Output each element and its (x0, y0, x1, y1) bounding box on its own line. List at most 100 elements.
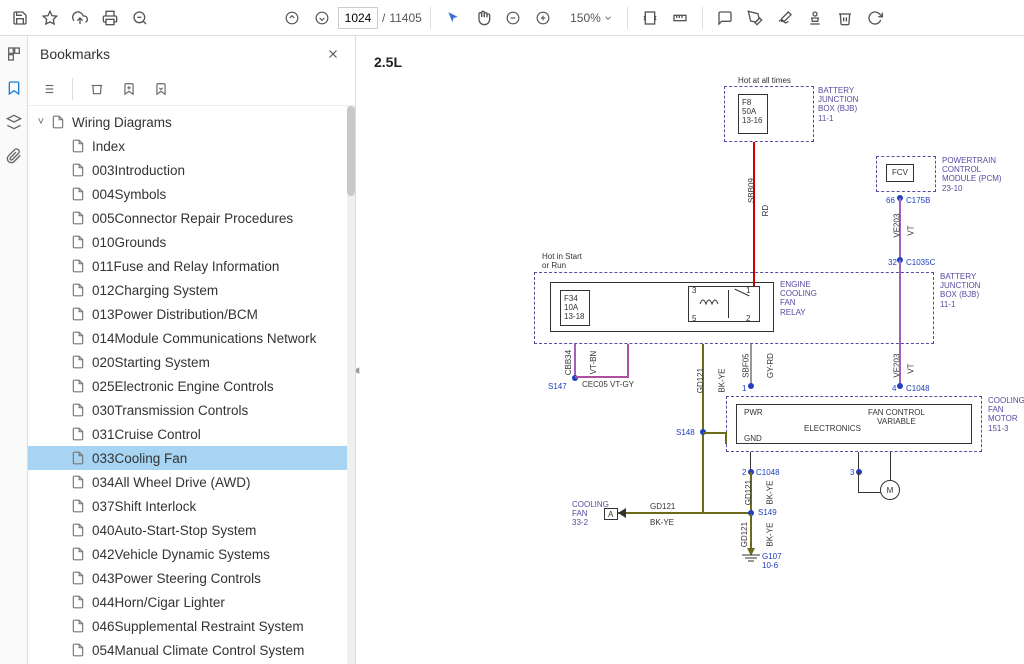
bookmark-item[interactable]: 031Cruise Control (28, 422, 355, 446)
chevron-down-icon[interactable]: ˅ (34, 116, 48, 128)
bookmark-item[interactable]: 014Module Communications Network (28, 326, 355, 350)
save-icon[interactable] (6, 4, 34, 32)
bookmark-item[interactable]: 012Charging System (28, 278, 355, 302)
left-rail (0, 36, 28, 664)
relay-pin2: 2 (746, 314, 750, 323)
fit-width-icon[interactable] (636, 4, 664, 32)
page-icon (70, 162, 86, 178)
pointer-icon[interactable] (439, 4, 467, 32)
f34-label: F34 10A 13-18 (564, 294, 584, 322)
bookmark-label: 003Introduction (92, 163, 185, 178)
page-icon (70, 138, 86, 154)
scrollbar-thumb[interactable] (347, 106, 355, 196)
zoom-out-icon[interactable] (499, 4, 527, 32)
bookmark-item[interactable]: 004Symbols (28, 182, 355, 206)
trash-icon[interactable] (831, 4, 859, 32)
sbb09-label: SBB09 (747, 178, 756, 203)
bookmark-item[interactable]: 033Cooling Fan (28, 446, 355, 470)
thumbnails-icon[interactable] (4, 44, 24, 64)
vtbn: VT-BN (589, 351, 598, 375)
zoom-indicator[interactable]: 150% (565, 11, 613, 25)
pin1b: 1 (742, 384, 746, 393)
ruler-icon[interactable] (666, 4, 694, 32)
panel-tools (28, 72, 355, 106)
zoom-in-icon[interactable] (529, 4, 557, 32)
hot-start-label: Hot in Start or Run (542, 252, 582, 270)
bookmark-item[interactable]: 034All Wheel Drive (AWD) (28, 470, 355, 494)
relay-pin3: 3 (692, 286, 696, 295)
cloud-upload-icon[interactable] (66, 4, 94, 32)
bookmarks-icon[interactable] (4, 78, 24, 98)
highlight-icon[interactable] (741, 4, 769, 32)
bookmark-item[interactable]: 046Supplemental Restraint System (28, 614, 355, 638)
arrow-left-icon (618, 508, 626, 518)
page-icon (70, 618, 86, 634)
page-icon (70, 426, 86, 442)
print-icon[interactable] (96, 4, 124, 32)
pin2b: 2 (742, 468, 746, 477)
vt1: VT (907, 225, 916, 235)
electronics-label: ELECTRONICS (804, 424, 861, 433)
star-icon[interactable] (36, 4, 64, 32)
bookmark-item[interactable]: 040Auto-Start-Stop System (28, 518, 355, 542)
bookmark-label: 005Connector Repair Procedures (92, 211, 293, 226)
bookmark-label: 031Cruise Control (92, 427, 201, 442)
redo-icon[interactable] (861, 4, 889, 32)
delete-bookmark-icon[interactable] (87, 79, 107, 99)
bookmark-item[interactable]: Index (28, 134, 355, 158)
gyrd: GY-RD (766, 353, 775, 378)
bookmark-label: Wiring Diagrams (72, 115, 172, 130)
bookmark-label: 033Cooling Fan (92, 451, 187, 466)
bookmark-item[interactable]: 025Electronic Engine Controls (28, 374, 355, 398)
bookmark-item[interactable]: 054Manual Climate Control System (28, 638, 355, 662)
page-icon (70, 474, 86, 490)
page-down-icon[interactable] (308, 4, 336, 32)
bookmark-item[interactable]: 020Starting System (28, 350, 355, 374)
hot-all-label: Hot at all times (738, 76, 791, 85)
cfm-label: COOLING FAN MOTOR 151-3 (988, 396, 1024, 433)
bookmark-item[interactable]: 043Power Steering Controls (28, 566, 355, 590)
gd121-d: GD121 (740, 522, 749, 547)
expand-bookmarks-icon[interactable] (151, 79, 171, 99)
page-indicator: / 11405 (338, 7, 422, 29)
page-current-input[interactable] (338, 7, 378, 29)
motor-icon: M (880, 480, 900, 500)
page-icon (50, 114, 66, 130)
page-total: 11405 (389, 11, 421, 25)
page-icon (70, 570, 86, 586)
close-icon[interactable] (323, 44, 343, 64)
add-bookmark-icon[interactable] (119, 79, 139, 99)
search-minus-icon[interactable] (126, 4, 154, 32)
bookmark-item[interactable]: 037Shift Interlock (28, 494, 355, 518)
layers-icon[interactable] (4, 112, 24, 132)
hand-icon[interactable] (469, 4, 497, 32)
bookmark-item[interactable]: 013Power Distribution/BCM (28, 302, 355, 326)
bookmark-item[interactable]: 030Transmission Controls (28, 398, 355, 422)
stamp-icon[interactable] (801, 4, 829, 32)
page-up-icon[interactable] (278, 4, 306, 32)
bookmark-item[interactable]: 005Connector Repair Procedures (28, 206, 355, 230)
bookmark-item[interactable]: 042Vehicle Dynamic Systems (28, 542, 355, 566)
cbb34: CBB34 (564, 350, 573, 375)
bookmark-item[interactable]: 044Horn/Cigar Lighter (28, 590, 355, 614)
sign-icon[interactable] (771, 4, 799, 32)
c1048a: C1048 (906, 384, 930, 393)
bookmark-tree[interactable]: ˅ Wiring Diagrams Index 003Introduction 004… (28, 106, 355, 664)
bookmark-label: 037Shift Interlock (92, 499, 196, 514)
bookmark-item[interactable]: 010Grounds (28, 230, 355, 254)
page-icon (70, 402, 86, 418)
bjb1-label: BATTERY JUNCTION BOX (BJB) 11-1 (818, 86, 858, 123)
comment-icon[interactable] (711, 4, 739, 32)
wire-ve203b (899, 260, 901, 344)
pcm-label: POWERTRAIN CONTROL MODULE (PCM) 23-10 (942, 156, 1002, 193)
bookmark-item[interactable]: 003Introduction (28, 158, 355, 182)
attachments-icon[interactable] (4, 146, 24, 166)
page-icon (70, 450, 86, 466)
bookmark-label: 044Horn/Cigar Lighter (92, 595, 225, 610)
bookmark-label: 054Manual Climate Control System (92, 643, 304, 658)
options-icon[interactable] (38, 79, 58, 99)
page-icon (70, 186, 86, 202)
bookmark-root[interactable]: ˅ Wiring Diagrams (28, 110, 355, 134)
bookmark-item[interactable]: 011Fuse and Relay Information (28, 254, 355, 278)
gd121-b: GD121 (744, 480, 753, 505)
